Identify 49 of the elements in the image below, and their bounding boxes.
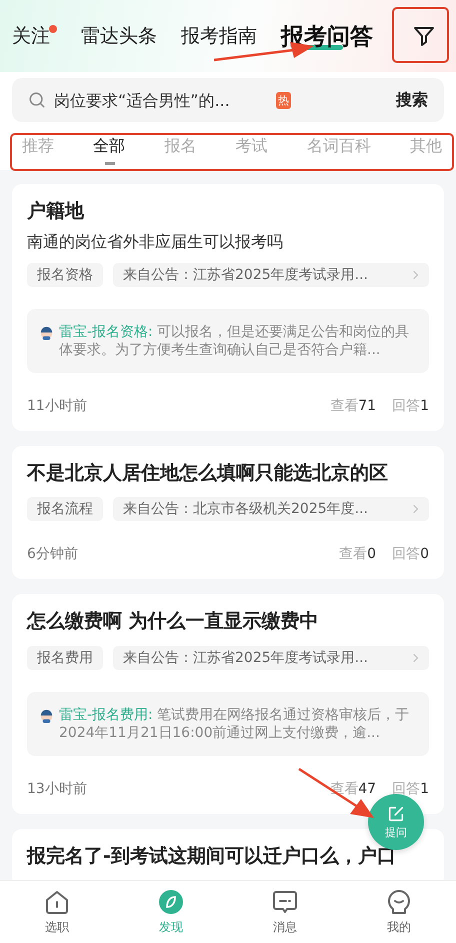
mascot-avatar-icon — [39, 324, 54, 340]
question-title: 户籍地 — [27, 199, 86, 224]
category-tag: 报名流程 — [27, 497, 103, 522]
edit-icon — [387, 804, 405, 822]
views-label: 查看 — [330, 398, 358, 414]
nav-tab[interactable]: 消息 — [255, 881, 315, 943]
question-text: 南通的岗位省外非应届生可以报考吗 — [27, 232, 284, 253]
source-link[interactable]: 来自公告：江苏省2025年度考试录用... — [113, 262, 429, 287]
mascot-avatar-icon — [39, 708, 54, 724]
answers-count: 0 — [420, 546, 429, 562]
annotation-frame — [392, 7, 449, 63]
channel-tab[interactable]: 报考指南 — [181, 23, 257, 49]
chat-icon — [272, 889, 298, 915]
post-time: 6分钟前 — [27, 545, 78, 564]
answers-label: 回答 — [392, 546, 420, 562]
views-count: 0 — [367, 546, 376, 562]
smile-icon — [386, 889, 412, 915]
answer-text: 雷宝-报名资格: 可以报名，但是还要满足公告和岗位的具体要求。为了方便考生查询确认自己是否符合户籍... — [59, 322, 410, 359]
post-time: 13小时前 — [27, 780, 87, 798]
answers-count: 1 — [420, 398, 429, 414]
nav-tab[interactable]: 选职 — [27, 881, 87, 943]
views-label: 查看 — [339, 546, 368, 562]
hot-badge: 热 — [276, 92, 291, 108]
post-time: 11小时前 — [27, 396, 87, 415]
channel-tab[interactable]: 关注 — [12, 23, 50, 49]
category-tag: 报名费用 — [27, 646, 103, 670]
question-title: 不是北京人居住地怎么填啊只能选北京的区 — [27, 460, 389, 486]
search-button[interactable]: 搜索 — [396, 90, 428, 110]
house-icon — [44, 889, 70, 915]
chevron-icon — [413, 653, 419, 664]
source-link[interactable]: 来自公告：江苏省2025年度考试录用... — [113, 646, 429, 670]
question-card[interactable]: 户籍地 南通的岗位省外非应届生可以报考吗 报名资格 来自公告：江苏省2025年度考试录用... 雷宝-报名资格: 可以报名，但是还要满足公告和岗位的具体要求。为了方便考生查询确认自己是否符合户籍... 11小时前 查看71 回答1 — [12, 184, 444, 431]
source-link[interactable]: 来自公告：北京市各级机关2025年度... — [113, 497, 429, 522]
search-icon — [28, 91, 46, 109]
category-tag: 报名资格 — [27, 262, 103, 287]
filter-icon[interactable] — [412, 24, 436, 48]
compass-icon — [158, 889, 184, 915]
question-card[interactable]: 不是北京人居住地怎么填啊只能选北京的区 报名流程 来自公告：北京市各级机关2025年度... 6分钟前 查看0 回答0 — [12, 446, 444, 580]
channel-tab[interactable]: 雷达头条 — [81, 23, 157, 49]
answer-text: 雷宝-报名费用: 笔试费用在网络报名通过资格审核后，于2024年11月21日16:00前通过网上支付缴费，逾... — [59, 706, 410, 742]
category-tab[interactable]: 全部 — [93, 136, 126, 156]
views-count: 71 — [358, 398, 376, 414]
answers-label: 回答 — [392, 398, 420, 414]
active-underline — [105, 162, 116, 164]
question-title: 怎么缴费啊 为什么一直显示缴费中 — [27, 609, 320, 634]
nav-tab[interactable]: 我的 — [369, 881, 429, 943]
search-field[interactable]: 岗位要求“适合男性”的... 热 搜索 — [12, 78, 444, 122]
chevron-icon — [413, 270, 419, 280]
chevron-icon — [413, 504, 419, 514]
